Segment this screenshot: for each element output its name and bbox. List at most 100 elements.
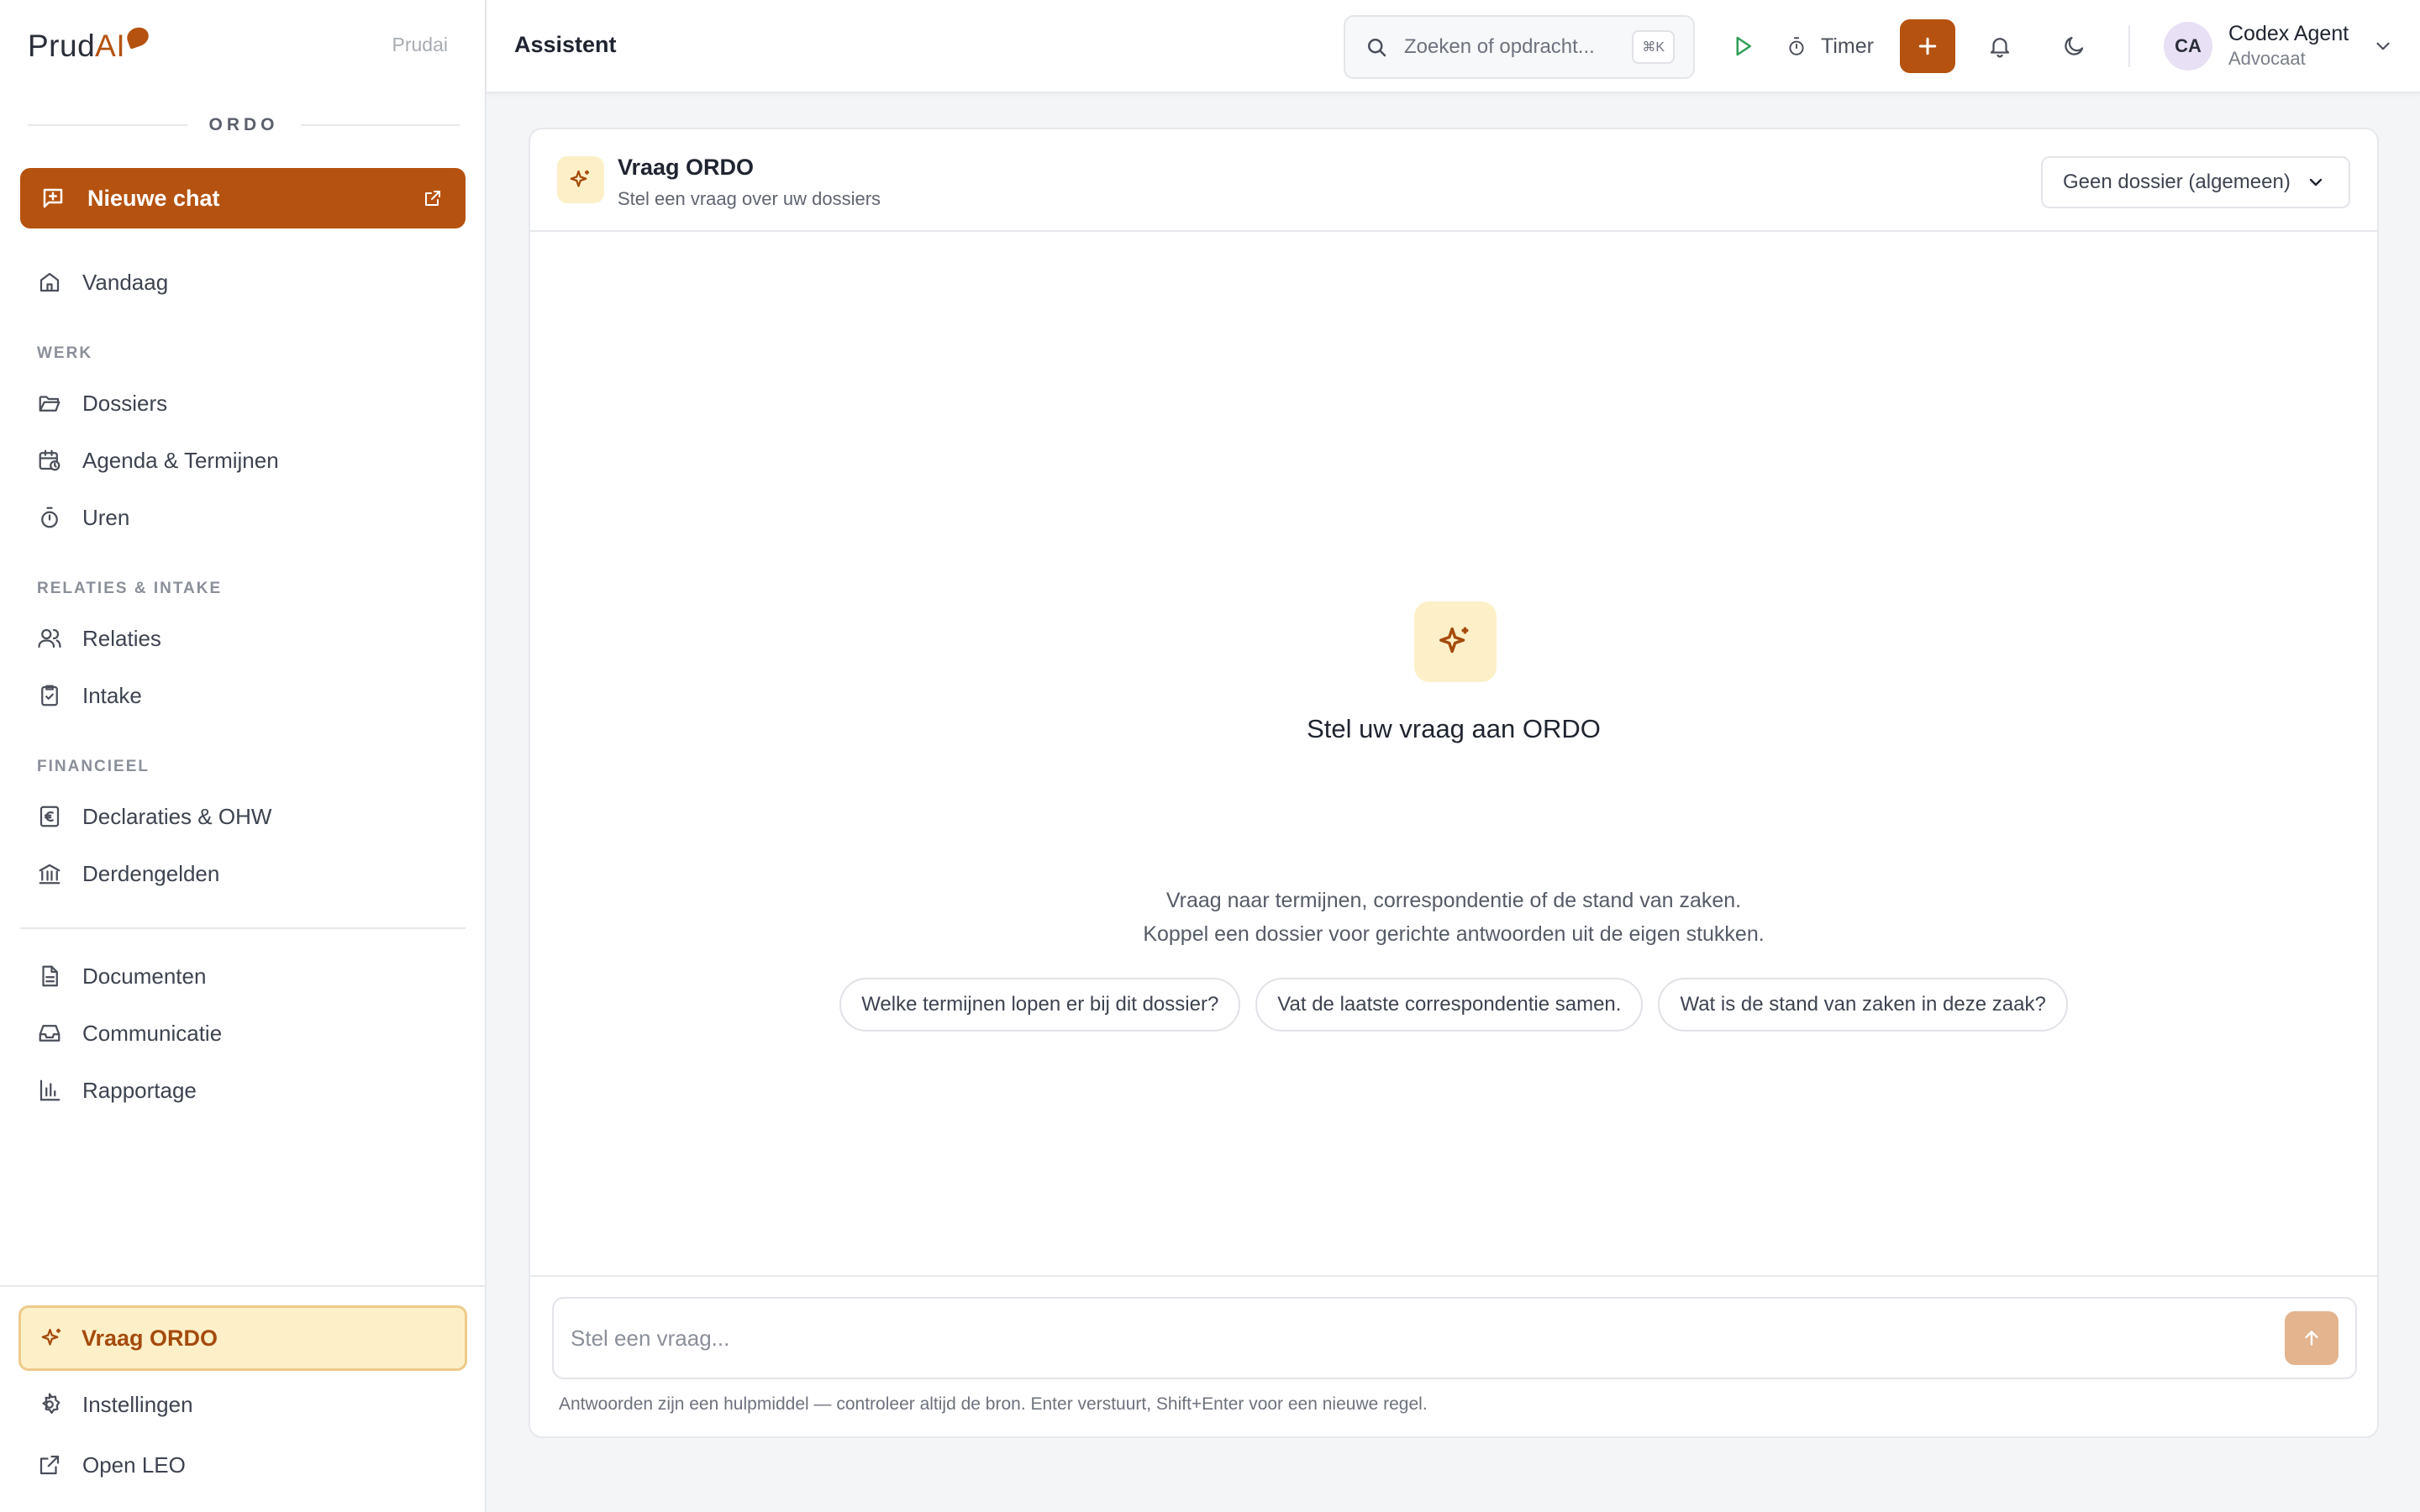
external-link-icon (37, 1452, 62, 1478)
add-button[interactable] (1900, 19, 1955, 73)
sidebar-item-label: Communicatie (82, 1020, 223, 1046)
dossier-select[interactable]: Geen dossier (algemeen) (2041, 156, 2350, 208)
sidebar-bottom-divider (0, 1285, 487, 1287)
new-chat-label: Nieuwe chat (87, 185, 220, 211)
sidebar-item-relaties[interactable]: Relaties (20, 613, 466, 664)
arrow-up-icon (2299, 1326, 2324, 1351)
bar-chart-icon (37, 1078, 62, 1103)
search-icon (1364, 34, 1389, 60)
sidebar: Prud AI Prudai ORDO Nieuwe chat Vandaag W… (0, 0, 487, 1512)
send-button[interactable] (2285, 1311, 2338, 1365)
clipboard-check-icon (37, 683, 62, 708)
assistant-card: Vraag ORDO Stel een vraag over uw dossie… (529, 128, 2379, 1438)
bank-icon (37, 861, 62, 886)
user-name: Codex Agent (2228, 22, 2349, 45)
ordo-section-divider: ORDO (28, 113, 460, 138)
dossier-select-value: Geen dossier (algemeen) (2063, 171, 2291, 193)
new-chat-button[interactable]: Nieuwe chat (20, 168, 466, 228)
sidebar-item-label: Rapportage (82, 1077, 197, 1103)
moon-icon (2061, 34, 2086, 59)
app: Prud AI Prudai ORDO Nieuwe chat Vandaag W… (0, 0, 2420, 1512)
home-icon (37, 270, 62, 295)
search-input[interactable]: Zoeken of opdracht... ⌘K (1344, 15, 1695, 79)
timer-button[interactable]: Timer (1784, 22, 1874, 71)
chevron-down-icon[interactable] (2370, 34, 2396, 59)
sidebar-item-rapportage[interactable]: Rapportage (20, 1065, 466, 1116)
question-input[interactable]: Stel een vraag... (552, 1297, 2357, 1379)
document-icon (37, 963, 62, 989)
section-relaties: RELATIES & INTAKE (37, 580, 223, 597)
sidebar-item-vraag-ordo[interactable]: Vraag ORDO (18, 1305, 467, 1371)
sidebar-item-vandaag[interactable]: Vandaag (20, 257, 466, 307)
sparkles-icon (557, 156, 604, 203)
page-title: Assistent (514, 32, 617, 57)
chevron-down-icon (2303, 170, 2328, 195)
sidebar-item-instellingen[interactable]: Instellingen (20, 1379, 466, 1430)
empty-state-title: Stel uw vraag aan ORDO (1307, 714, 1601, 743)
divider-line (28, 124, 187, 126)
user-info[interactable]: Codex Agent Advocaat (2228, 22, 2349, 70)
search-shortcut-badge: ⌘K (1632, 30, 1675, 64)
search-placeholder: Zoeken of opdracht... (1404, 35, 1595, 58)
composer-divider (530, 1275, 2377, 1277)
sidebar-item-derdengelden[interactable]: Derdengelden (20, 848, 466, 899)
timer-label: Timer (1821, 34, 1874, 58)
stopwatch-icon (1784, 34, 1809, 59)
sidebar-item-label: Intake (82, 682, 142, 708)
section-financieel: FINANCIEEL (37, 758, 150, 775)
sidebar-item-documenten[interactable]: Documenten (20, 951, 466, 1001)
notifications-button[interactable] (1987, 22, 2012, 71)
plus-icon (1915, 34, 1940, 59)
suggestion-chip[interactable]: Vat de laatste correspondentie samen. (1255, 978, 1644, 1032)
sidebar-item-label: Instellingen (82, 1391, 193, 1417)
ordo-section-title: ORDO (208, 115, 279, 134)
sidebar-item-label: Open LEO (82, 1452, 186, 1478)
euro-invoice-icon (37, 804, 62, 829)
card-subtitle: Stel een vraag over uw dossiers (618, 188, 881, 209)
brand-tag: Prudai (392, 34, 448, 55)
dark-mode-toggle[interactable] (2061, 22, 2086, 71)
play-timer-button[interactable] (1730, 22, 1755, 71)
section-werk: WERK (37, 344, 93, 362)
sidebar-item-declaraties[interactable]: Declaraties & OHW (20, 791, 466, 842)
divider-line (300, 124, 460, 126)
sidebar-item-label: Derdengelden (82, 860, 220, 886)
gear-icon (37, 1392, 62, 1417)
users-icon (37, 626, 62, 651)
sidebar-item-label: Uren (82, 504, 130, 530)
sidebar-item-label: Relaties (82, 625, 161, 651)
sidebar-item-label: Dossiers (82, 390, 168, 416)
brand-logo[interactable]: Prud AI (28, 24, 152, 67)
brand-name: Prud (28, 29, 96, 63)
card-header: Vraag ORDO Stel een vraag over uw dossie… (530, 129, 2377, 232)
suggestion-chip[interactable]: Welke termijnen lopen er bij dit dossier… (839, 978, 1241, 1032)
avatar[interactable]: CA (2164, 22, 2212, 71)
disclaimer: Antwoorden zijn een hulpmiddel — control… (559, 1394, 1428, 1414)
brand-name-accent: AI (95, 29, 126, 63)
stopwatch-icon (37, 505, 62, 530)
sidebar-item-open-leo[interactable]: Open LEO (20, 1440, 466, 1490)
sidebar-item-agenda[interactable]: Agenda & Termijnen (20, 435, 466, 486)
card-title: Vraag ORDO (618, 155, 755, 180)
bell-icon (1987, 34, 2012, 59)
chat-plus-icon (40, 186, 66, 211)
topbar-divider (2128, 25, 2130, 67)
sidebar-divider (20, 927, 466, 929)
suggestion-chip[interactable]: Wat is de stand van zaken in deze zaak? (1658, 978, 2068, 1032)
inbox-icon (37, 1021, 62, 1046)
user-role: Advocaat (2228, 48, 2306, 69)
sidebar-item-label: Declaraties & OHW (82, 803, 272, 829)
topbar: Assistent Zoeken of opdracht... ⌘K Timer (487, 0, 2420, 93)
empty-state-text: Vraag naar termijnen, correspondentie of… (1165, 889, 1742, 912)
sidebar-item-dossiers[interactable]: Dossiers (20, 378, 466, 428)
sparkles-icon (39, 1326, 65, 1351)
sparkles-icon (1414, 601, 1497, 682)
brand-mark-icon (124, 24, 152, 50)
sidebar-item-communicatie[interactable]: Communicatie (20, 1008, 466, 1058)
sidebar-item-label: Documenten (82, 963, 207, 989)
sidebar-item-intake[interactable]: Intake (20, 670, 466, 721)
external-link-icon[interactable] (420, 186, 445, 211)
sidebar-item-uren[interactable]: Uren (20, 492, 466, 543)
sidebar-item-label: Vraag ORDO (82, 1325, 218, 1351)
empty-state-text: Koppel een dossier voor gerichte antwoor… (1143, 922, 1765, 946)
